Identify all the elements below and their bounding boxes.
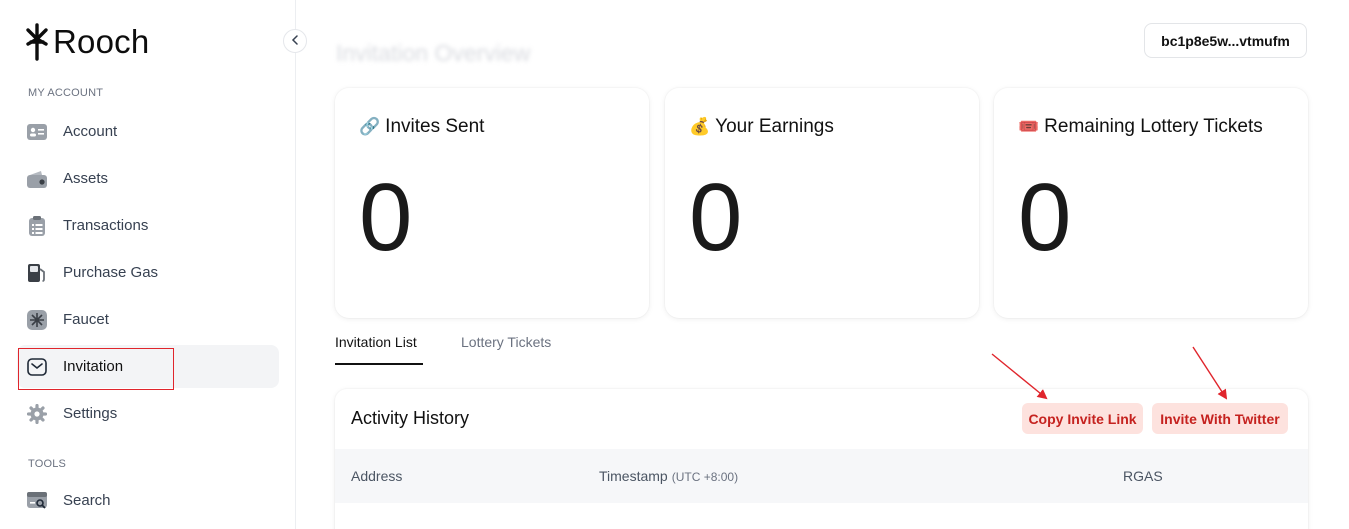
sidebar-item-settings[interactable]: Settings [17, 392, 279, 435]
sidebar-item-faucet[interactable]: Faucet [17, 298, 279, 341]
rooch-logo-icon [26, 23, 48, 61]
sidebar-item-transactions[interactable]: Transactions [17, 204, 279, 247]
timestamp-label: Timestamp [599, 468, 668, 484]
timestamp-timezone: (UTC +8:00) [671, 470, 739, 484]
lottery-tickets-value: 0 [1018, 164, 1072, 271]
sidebar-item-label: Transactions [63, 217, 149, 234]
column-header-address: Address [351, 468, 403, 484]
column-header-rgas: RGAS [1123, 468, 1163, 484]
column-header-timestamp: Timestamp (UTC +8:00) [599, 468, 738, 484]
wallet-icon [27, 169, 47, 189]
earnings-card: 💰 Your Earnings 0 [665, 88, 979, 318]
lottery-tickets-card: 🎟️ Remaining Lottery Tickets 0 [994, 88, 1308, 318]
copy-invite-link-button[interactable]: Copy Invite Link [1022, 403, 1143, 434]
gear-icon [27, 403, 47, 424]
gas-pump-icon [27, 263, 47, 283]
money-bag-icon: 💰 [689, 117, 711, 136]
sidebar-item-search[interactable]: Search [17, 479, 279, 522]
earnings-value: 0 [689, 164, 743, 271]
link-icon: 🔗 [359, 117, 381, 136]
sidebar-item-purchase-gas[interactable]: Purchase Gas [17, 251, 279, 294]
invites-sent-value: 0 [359, 164, 413, 271]
table-header: Address Timestamp (UTC +8:00) RGAS [335, 449, 1308, 503]
brand-name: Rooch [53, 23, 150, 60]
invite-with-twitter-button[interactable]: Invite With Twitter [1152, 403, 1288, 434]
card-title-text: Your Earnings [715, 116, 834, 137]
invites-sent-card: 🔗 Invites Sent 0 [335, 88, 649, 318]
app-root: Rooch MY ACCOUNT Account Assets Transact… [0, 0, 1349, 529]
sidebar-item-label: Assets [63, 170, 109, 187]
card-title: 💰 Your Earnings [689, 116, 834, 138]
sidebar-item-account[interactable]: Account [17, 110, 279, 153]
tab-invitation-list[interactable]: Invitation List [335, 334, 417, 350]
sidebar-item-assets[interactable]: Assets [17, 157, 279, 200]
card-title: 🎟️ Remaining Lottery Tickets [1018, 116, 1263, 138]
envelope-icon [27, 357, 47, 377]
sidebar-item-invitation[interactable]: Invitation [17, 345, 279, 388]
card-title-text: Invites Sent [385, 116, 485, 137]
faucet-icon [27, 309, 47, 330]
sidebar-item-label: Settings [63, 405, 118, 422]
account-card-icon [27, 122, 47, 142]
activity-history-panel: Activity History Copy Invite Link Invite… [335, 389, 1308, 529]
sidebar-item-label: Purchase Gas [63, 264, 159, 281]
chevron-left-icon [291, 34, 299, 48]
active-tab-indicator [335, 363, 423, 365]
sidebar-item-label: Faucet [63, 311, 109, 328]
logo[interactable]: Rooch [25, 22, 149, 62]
sidebar-item-label: Invitation [63, 358, 124, 375]
sidebar-collapse-button[interactable] [283, 29, 307, 53]
wallet-address-button[interactable]: bc1p8e5w...vtmufm [1144, 23, 1307, 58]
ticket-icon: 🎟️ [1018, 117, 1040, 136]
sidebar-item-label: Account [63, 123, 118, 140]
sidebar: Rooch MY ACCOUNT Account Assets Transact… [0, 0, 296, 529]
sidebar-item-label: Search [63, 492, 111, 509]
search-icon [27, 491, 47, 511]
section-label-my-account: MY ACCOUNT [28, 87, 104, 99]
clipboard-icon [27, 215, 47, 236]
card-title-text: Remaining Lottery Tickets [1044, 116, 1263, 137]
activity-history-title: Activity History [351, 408, 470, 428]
card-title: 🔗 Invites Sent [359, 116, 484, 138]
tab-lottery-tickets[interactable]: Lottery Tickets [461, 334, 551, 350]
section-label-tools: TOOLS [28, 458, 67, 470]
page-title: Invitation Overview [336, 40, 531, 66]
